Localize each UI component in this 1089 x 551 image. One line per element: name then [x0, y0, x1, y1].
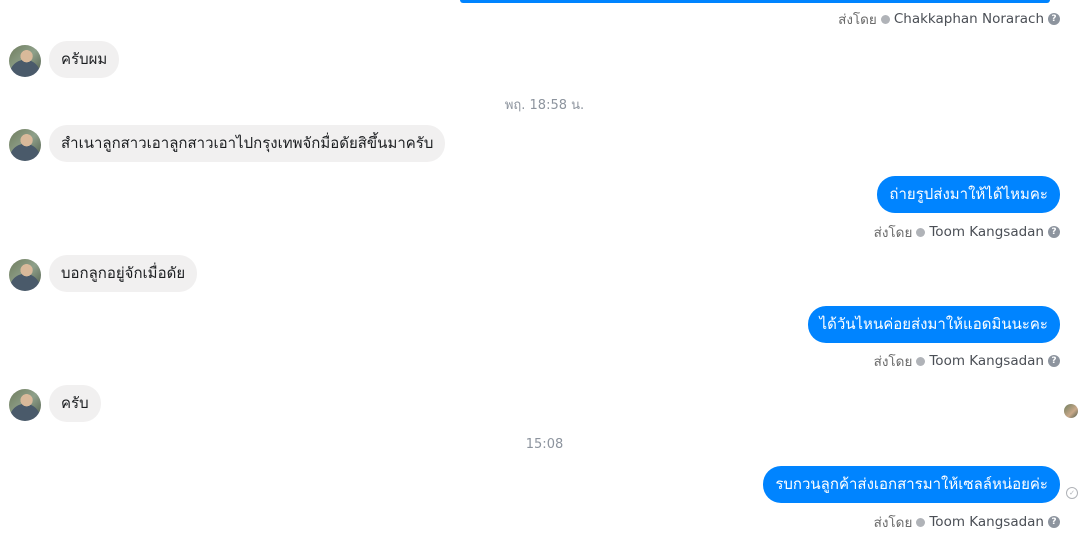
incoming-message[interactable]: สำเนาลูกสาวเอาลูกสาวเอาไปกรุงเทพจักมื่อด…	[49, 125, 446, 162]
verified-check-icon	[916, 356, 926, 366]
seen-avatar-icon	[1064, 404, 1078, 418]
avatar[interactable]	[9, 389, 41, 421]
question-icon[interactable]: ?	[1048, 226, 1060, 238]
question-icon[interactable]: ?	[1048, 355, 1060, 367]
sender-name: Toom Kangsadan	[929, 353, 1044, 369]
avatar[interactable]	[9, 129, 41, 161]
sender-info: ส่งโดย Toom Kangsadan ?	[874, 511, 1060, 533]
verified-check-icon	[916, 227, 926, 237]
timestamp: พฤ. 18:58 น.	[504, 98, 585, 113]
timestamp: 15:08	[525, 437, 564, 452]
verified-check-icon	[880, 14, 890, 24]
sent-by-label: ส่งโดย	[873, 225, 913, 241]
question-icon[interactable]: ?	[1048, 516, 1060, 528]
avatar[interactable]	[9, 45, 41, 77]
verified-check-icon	[916, 517, 926, 527]
sender-name: Chakkaphan Norarach	[893, 11, 1044, 27]
incoming-message[interactable]: ครับผม	[49, 41, 120, 78]
sender-info: ส่งโดย Toom Kangsadan ?	[874, 221, 1060, 243]
sender-name: Toom Kangsadan	[929, 514, 1044, 530]
sent-status-icon: ✓	[1066, 487, 1078, 499]
outgoing-message[interactable]: ได้วันไหนค่อยส่งมาให้แอดมินนะคะ	[807, 306, 1060, 343]
sender-info-top: ส่งโดย Chakkaphan Norarach ?	[838, 8, 1060, 30]
sent-by-label: ส่งโดย	[873, 354, 913, 370]
incoming-message[interactable]: บอกลูกอยู่จักเมื่อดัย	[49, 255, 198, 292]
outgoing-message[interactable]: ถ่ายรูปส่งมาให้ได้ไหมคะ	[877, 176, 1060, 213]
sent-by-label: ส่งโดย	[873, 515, 913, 531]
sender-info: ส่งโดย Toom Kangsadan ?	[874, 350, 1060, 372]
avatar[interactable]	[9, 259, 41, 291]
question-icon[interactable]: ?	[1048, 13, 1060, 25]
sent-by-label: ส่งโดย	[838, 12, 877, 28]
previous-message-bubble-edge	[460, 0, 1050, 3]
sender-name: Toom Kangsadan	[929, 224, 1044, 240]
outgoing-message[interactable]: รบกวนลูกค้าส่งเอกสารมาให้เซลล์หน่อยค่ะ	[763, 466, 1060, 503]
incoming-message[interactable]: ครับ	[49, 385, 101, 422]
